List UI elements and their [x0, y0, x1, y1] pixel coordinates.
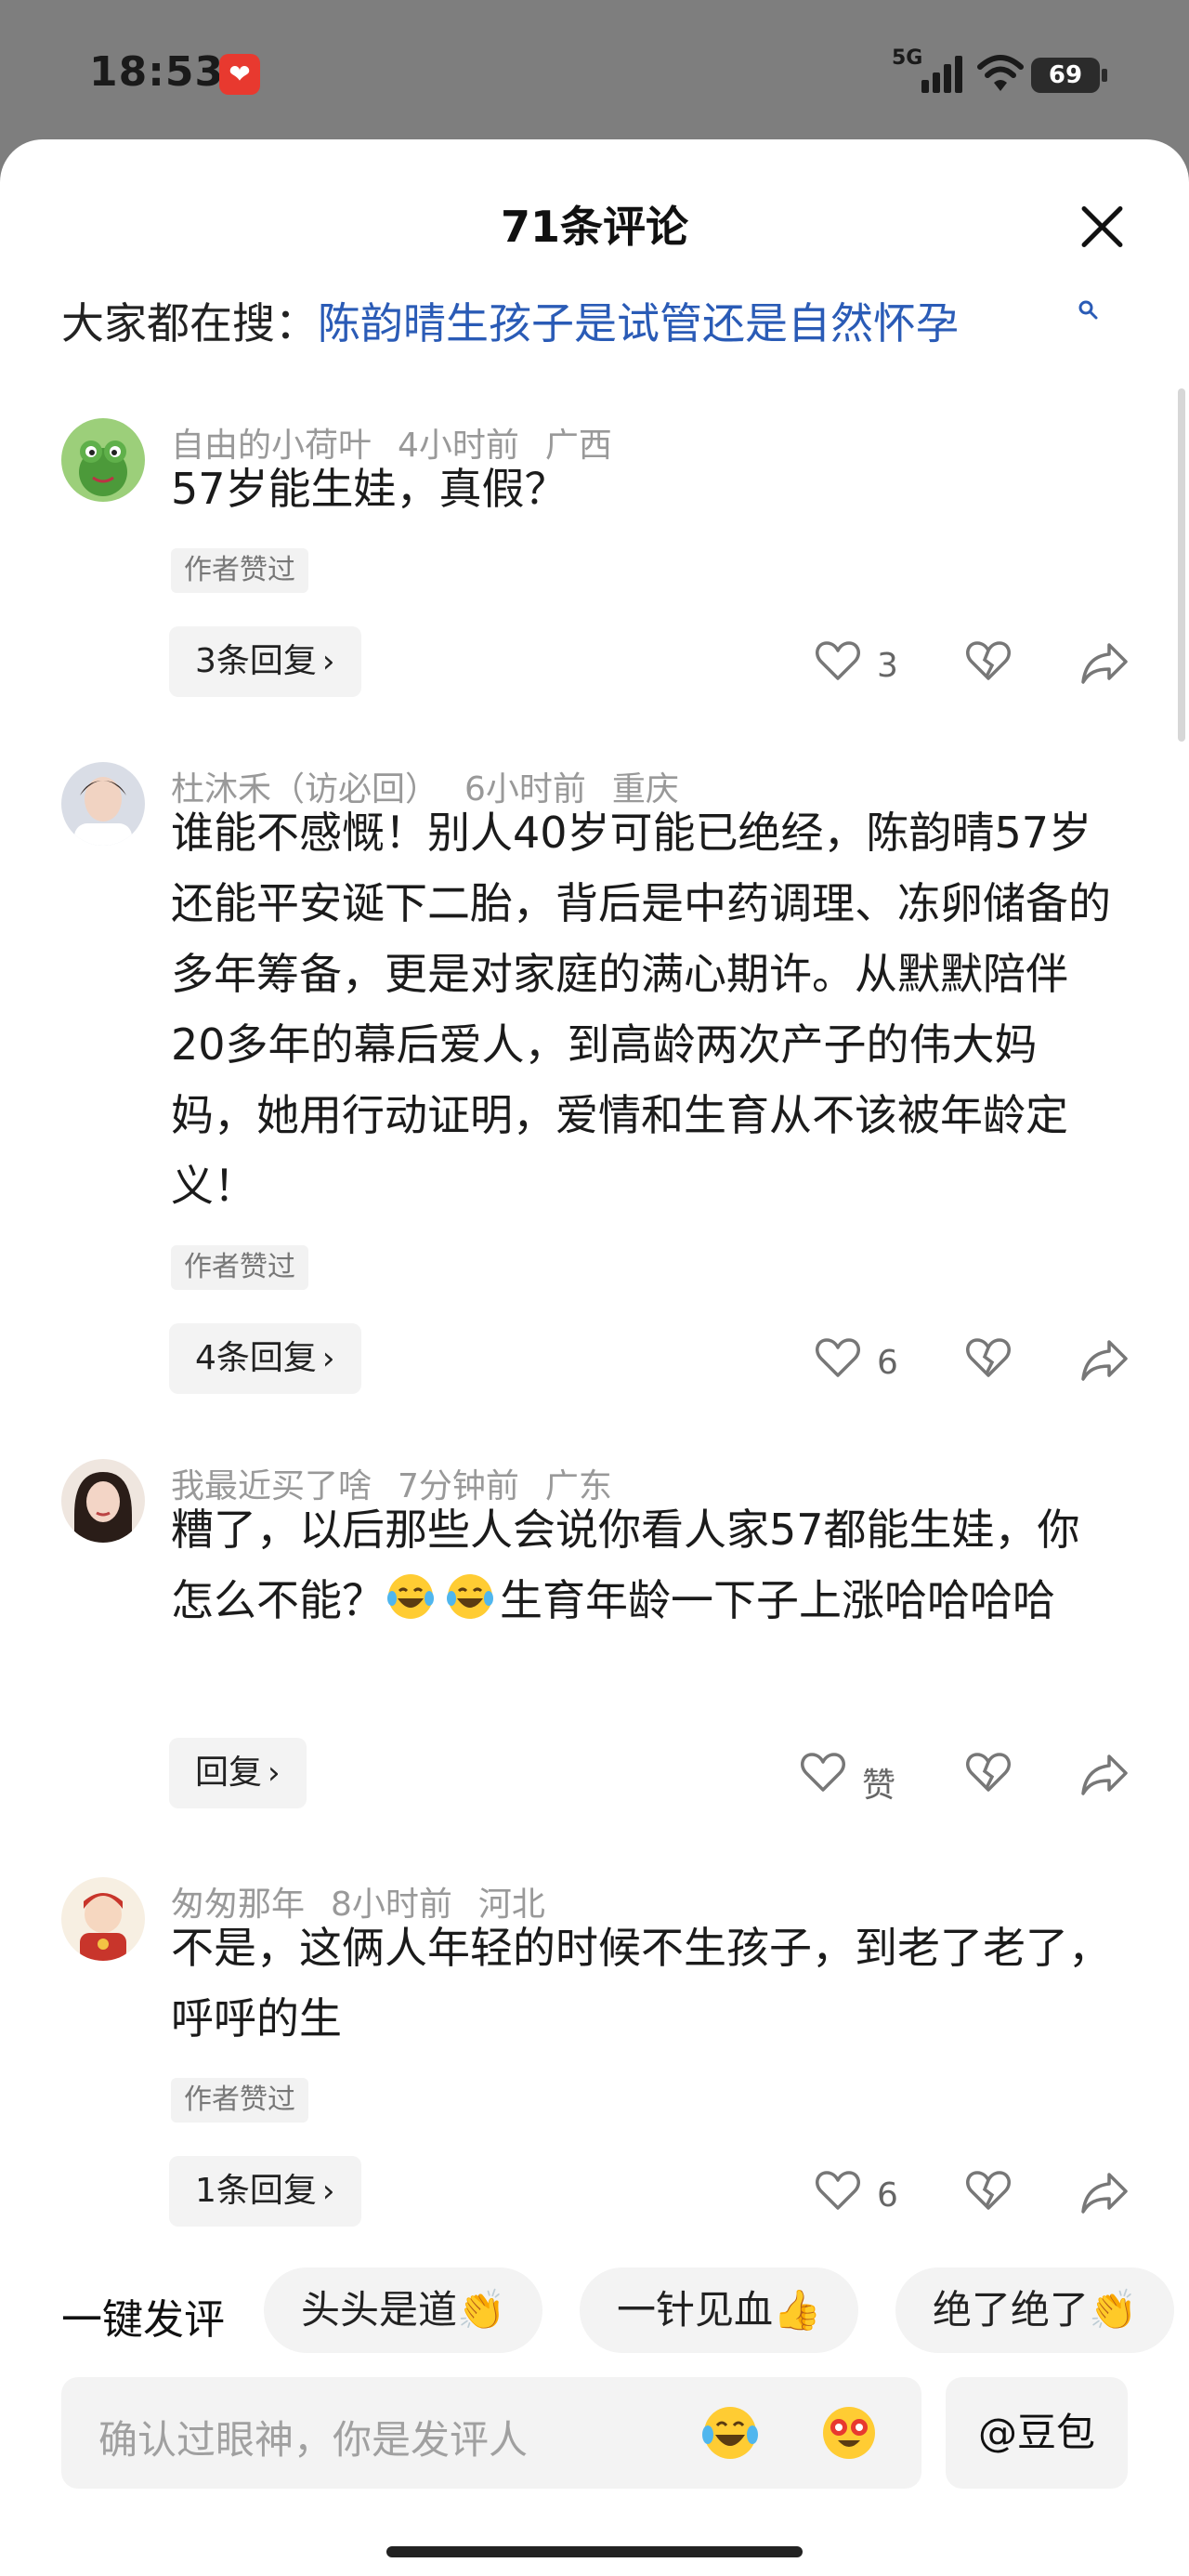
like-count: 6 — [877, 1344, 898, 1382]
comment-sheet: 71条评论 大家都在搜：陈韵晴生孩子是试管还是自然怀孕 自由的小荷叶 4小时前 广西 — [0, 139, 1189, 2576]
avatar[interactable] — [61, 1459, 145, 1543]
heart-icon[interactable] — [814, 2163, 862, 2219]
dislike-icon[interactable] — [964, 2163, 1013, 2219]
comment-input-placeholder: 确认过眼神，你是发评人 — [98, 2417, 529, 2463]
quick-chip-1[interactable]: 头头是道👏 — [264, 2267, 543, 2353]
thumbs-up-emoji-icon: 👍 — [773, 2287, 822, 2333]
frog-avatar-icon — [61, 418, 145, 502]
hot-search-link[interactable]: 陈韵晴生孩子是试管还是自然怀孕 — [318, 298, 959, 348]
cartoon-avatar-icon — [61, 1877, 145, 1961]
share-icon[interactable] — [1079, 1745, 1131, 1801]
heart-icon[interactable] — [814, 1331, 862, 1387]
status-bar: 18:53 ❤ 5G 69 — [0, 0, 1189, 139]
chevron-right-icon: › — [321, 643, 335, 680]
portrait-avatar-icon — [61, 1459, 145, 1543]
comment-text-part: 生育年龄一下子上涨哈哈哈哈 — [500, 1575, 1055, 1625]
wifi-icon — [977, 55, 1024, 91]
share-icon[interactable] — [1079, 634, 1131, 690]
laughing-crying-emoji-icon — [385, 1571, 500, 1643]
chip-label: 一针见血 — [617, 2287, 774, 2333]
comment-text[interactable]: 谁能不感慨！别人40岁可能已绝经，陈韵晴57岁还能平安诞下二胎，背后是中药调理、… — [171, 797, 1118, 1221]
reply-label: 4条回复 — [195, 1339, 317, 1377]
reply-label: 1条回复 — [195, 2172, 317, 2210]
app-notification-icon: ❤ — [219, 54, 260, 95]
hot-search-label: 大家都在搜： — [61, 298, 318, 348]
avatar[interactable] — [61, 1877, 145, 1961]
avatar[interactable] — [61, 762, 145, 846]
view-replies-button[interactable]: 3条回复 › — [169, 626, 361, 697]
heart-icon[interactable] — [814, 634, 862, 690]
like-label: 赞 — [862, 1767, 896, 1805]
quick-chip-2[interactable]: 一针见血👍 — [580, 2267, 859, 2353]
signal-icon — [921, 56, 962, 93]
heart-icon[interactable] — [799, 1745, 847, 1801]
battery-icon: 69 — [1031, 58, 1107, 93]
reply-label: 3条回复 — [195, 642, 317, 680]
dislike-icon[interactable] — [964, 634, 1013, 690]
author-liked-badge: 作者赞过 — [171, 1245, 308, 1290]
chevron-right-icon: › — [268, 1755, 281, 1792]
share-icon[interactable] — [1079, 1331, 1131, 1387]
clap-emoji-icon: 👏 — [457, 2287, 506, 2333]
chevron-right-icon: › — [321, 2173, 335, 2210]
author-liked-badge: 作者赞过 — [171, 548, 308, 593]
status-time: 18:53 — [89, 48, 225, 96]
close-icon[interactable] — [1076, 201, 1128, 253]
chip-label: 头头是道 — [301, 2287, 458, 2333]
quick-comment-row: 一键发评 头头是道👏 一针见血👍 绝了绝了👏 — [0, 2267, 1189, 2357]
sheet-title: 71条评论 — [500, 202, 688, 252]
share-icon[interactable] — [1079, 2163, 1131, 2219]
hot-search-bar[interactable]: 大家都在搜：陈韵晴生孩子是试管还是自然怀孕 — [61, 290, 959, 351]
quick-chip-3[interactable]: 绝了绝了👏 — [895, 2267, 1175, 2353]
view-replies-button[interactable]: 4条回复 › — [169, 1323, 361, 1394]
author-liked-badge: 作者赞过 — [171, 2078, 308, 2123]
laughing-emoji-icon[interactable] — [699, 2401, 762, 2464]
reply-button[interactable]: 回复 › — [169, 1738, 307, 1808]
search-icon — [1078, 300, 1098, 320]
view-replies-button[interactable]: 1条回复 › — [169, 2156, 361, 2227]
doubao-button[interactable]: @豆包 — [946, 2377, 1128, 2489]
like-count: 3 — [877, 647, 898, 685]
network-type: 5G — [892, 46, 923, 70]
star-eyes-emoji-icon[interactable] — [817, 2401, 881, 2464]
dislike-icon[interactable] — [964, 1331, 1013, 1387]
dislike-icon[interactable] — [964, 1745, 1013, 1801]
scrollbar[interactable] — [1178, 388, 1185, 742]
reply-label: 回复 — [195, 1754, 263, 1792]
chevron-right-icon: › — [321, 1340, 335, 1377]
chip-label: 绝了绝了 — [933, 2287, 1090, 2333]
comment-text[interactable]: 57岁能生娃，真假？ — [171, 453, 1118, 524]
clap-emoji-icon: 👏 — [1089, 2287, 1138, 2333]
comment-text[interactable]: 糟了，以后那些人会说你看人家57都能生娃，你怎么不能？ 生育年龄一下子上涨哈哈哈哈 — [171, 1494, 1118, 1643]
home-indicator[interactable] — [386, 2546, 803, 2557]
comment-input[interactable]: 确认过眼神，你是发评人 — [61, 2377, 921, 2489]
portrait-avatar-icon — [61, 762, 145, 846]
quick-comment-label: 一键发评 — [61, 2296, 225, 2344]
avatar[interactable] — [61, 418, 145, 502]
like-count: 6 — [877, 2176, 898, 2215]
comment-text[interactable]: 不是，这俩人年轻的时候不生孩子，到老了老了，呼呼的生 — [171, 1912, 1118, 2054]
